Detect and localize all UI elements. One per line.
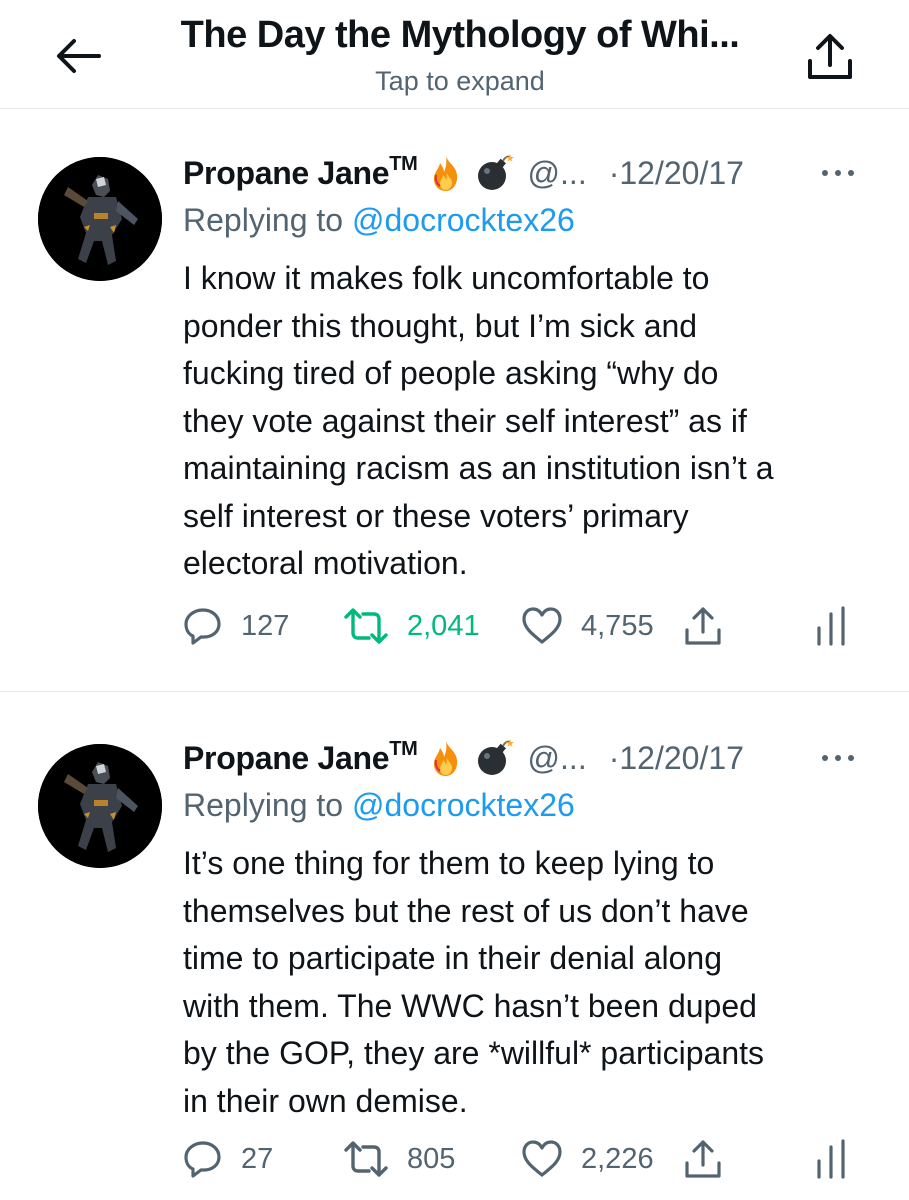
retweet-icon	[344, 1141, 388, 1177]
avatar-figure-image	[38, 157, 162, 281]
more-options-button[interactable]	[808, 738, 868, 778]
share-icon	[808, 34, 852, 79]
avatar-figure-image	[38, 744, 162, 868]
author-handle[interactable]: @...	[528, 740, 587, 777]
analytics-icon	[817, 606, 845, 646]
tweet-actions: 127 2,041 4,755	[183, 601, 863, 651]
reply-button[interactable]: 27	[183, 1134, 273, 1184]
analytics-button[interactable]	[813, 601, 867, 651]
tap-to-expand-hint[interactable]: Tap to expand	[120, 66, 800, 97]
tweet-actions: 27 805 2,226	[183, 1134, 863, 1184]
retweet-icon	[344, 608, 388, 644]
heart-icon	[522, 607, 562, 644]
share-tweet-button[interactable]	[683, 1134, 741, 1184]
like-button[interactable]: 2,226	[521, 1134, 654, 1184]
more-icon	[822, 755, 854, 761]
replying-to-link[interactable]: @docrocktex26	[352, 787, 575, 823]
tweet-text: I know it makes folk uncomfortable to po…	[183, 260, 774, 581]
share-icon	[685, 1140, 721, 1178]
like-count: 4,755	[581, 609, 654, 642]
thread-title[interactable]: The Day the Mythology of Whi...	[120, 14, 800, 57]
avatar[interactable]	[38, 744, 162, 868]
tweet-content: Propane JaneTM @... ·12/20/17 Replying t…	[183, 149, 883, 588]
analytics-button[interactable]	[813, 1134, 867, 1184]
like-count: 2,226	[581, 1142, 654, 1175]
avatar[interactable]	[38, 157, 162, 281]
tweet-header: Propane JaneTM @... ·12/20/17	[183, 734, 883, 782]
share-tweet-button[interactable]	[683, 601, 741, 651]
bomb-emoji-icon	[477, 154, 514, 190]
share-button[interactable]	[800, 30, 860, 84]
arrow-left-icon	[57, 39, 101, 73]
reply-button[interactable]: 127	[183, 601, 289, 651]
author-handle[interactable]: @...	[528, 155, 587, 192]
tweet-text: It’s one thing for them to keep lying to…	[183, 845, 765, 1119]
author-name[interactable]: Propane JaneTM	[183, 153, 418, 192]
analytics-icon	[817, 1139, 845, 1179]
more-icon	[822, 170, 854, 176]
more-options-button[interactable]	[808, 153, 868, 193]
retweet-count: 805	[407, 1142, 456, 1175]
replying-to: Replying to @docrocktex26	[183, 787, 575, 823]
like-button[interactable]: 4,755	[521, 601, 654, 651]
replying-to: Replying to @docrocktex26	[183, 202, 575, 238]
retweet-count: 2,041	[407, 609, 480, 642]
bomb-emoji-icon	[477, 739, 514, 775]
reply-count: 127	[241, 609, 290, 642]
retweet-button[interactable]: 2,041	[343, 601, 480, 651]
share-icon	[685, 607, 721, 645]
tweet-content: Propane JaneTM @... ·12/20/17 Replying t…	[183, 734, 883, 1125]
reply-count: 27	[241, 1142, 274, 1175]
author-name[interactable]: Propane JaneTM	[183, 738, 418, 777]
tweet[interactable]: Propane JaneTM @... ·12/20/17 Replying t…	[0, 109, 909, 692]
heart-icon	[522, 1140, 562, 1177]
fire-emoji-icon	[433, 741, 457, 776]
retweet-button[interactable]: 805	[343, 1134, 455, 1184]
tweet-header: Propane JaneTM @... ·12/20/17	[183, 149, 883, 197]
tweet[interactable]: Propane JaneTM @... ·12/20/17 Replying t…	[0, 692, 909, 1200]
conversation-header: The Day the Mythology of Whi... Tap to e…	[0, 0, 909, 109]
reply-icon	[184, 1141, 221, 1178]
back-button[interactable]	[52, 34, 104, 78]
replying-to-link[interactable]: @docrocktex26	[352, 202, 575, 238]
fire-emoji-icon	[433, 156, 457, 191]
tweet-date[interactable]: ·12/20/17	[609, 155, 744, 192]
reply-icon	[184, 608, 221, 645]
tweet-date[interactable]: ·12/20/17	[609, 740, 744, 777]
